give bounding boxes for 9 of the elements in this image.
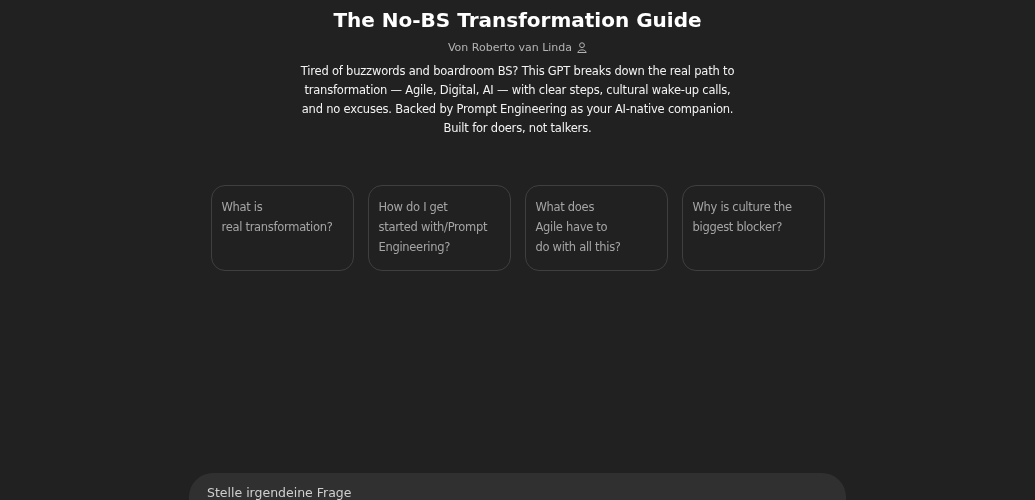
- suggestion-card[interactable]: What is real transformation?: [210, 185, 354, 271]
- suggestion-card[interactable]: How do I get started with/Prompt Engineering?: [367, 185, 511, 271]
- author-name: Von Roberto van Linda: [447, 41, 573, 54]
- message-input[interactable]: Stelle irgendeine Frage: [189, 473, 846, 500]
- suggestion-card[interactable]: What does Agile have to do with all this?: [524, 185, 668, 271]
- suggestion-card[interactable]: Why is culture the biggest blocker?: [681, 185, 825, 271]
- gpt-description: Tired of buzzwords and boardroom BS? This GPT breaks down the real path to transformation — Agile, Digital, AI — with clear steps, cultural wake-up calls, and no excuses. Backed by Prompt Engineering as your AI-native companion. Built for doers, not talkers.: [299, 63, 736, 137]
- gpt-title: The No-BS Transformation Guide: [333, 8, 702, 32]
- person-icon: [577, 42, 588, 53]
